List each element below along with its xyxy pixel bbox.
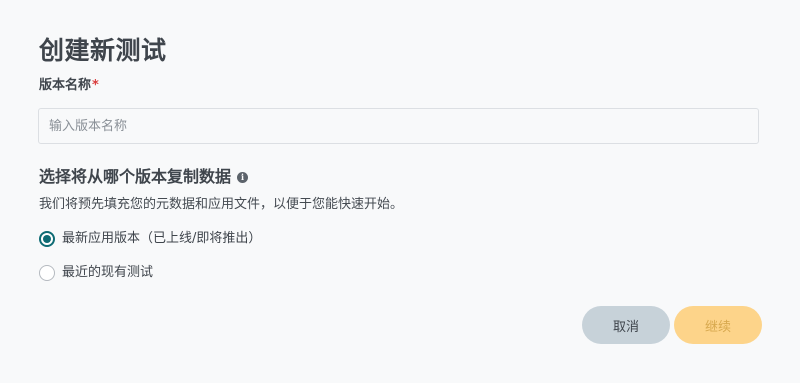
cancel-button[interactable]: 取消 bbox=[582, 306, 670, 344]
copy-source-heading-text: 选择将从哪个版本复制数据 bbox=[39, 167, 232, 186]
continue-button[interactable]: 继续 bbox=[674, 306, 762, 344]
dialog-title: 创建新测试 bbox=[39, 36, 167, 65]
version-name-input[interactable] bbox=[38, 108, 759, 144]
radio-option-latest-version[interactable]: 最新应用版本（已上线/即将推出） bbox=[39, 230, 261, 248]
info-icon[interactable]: i bbox=[237, 171, 249, 183]
radio-button-unselected[interactable] bbox=[39, 265, 55, 281]
radio-option-recent-test[interactable]: 最近的现有测试 bbox=[39, 264, 153, 282]
copy-source-helper-text: 我们将预先填充您的元数据和应用文件，以便于您能快速开始。 bbox=[39, 197, 404, 212]
radio-label-latest-version: 最新应用版本（已上线/即将推出） bbox=[62, 231, 262, 246]
radio-button-selected[interactable] bbox=[39, 231, 55, 247]
copy-source-heading: 选择将从哪个版本复制数据 i bbox=[39, 165, 249, 189]
create-test-dialog: 创建新测试 版本名称* 选择将从哪个版本复制数据 i 我们将预先填充您的元数据和… bbox=[0, 0, 800, 383]
version-name-label-text: 版本名称 bbox=[39, 78, 92, 93]
required-asterisk: * bbox=[92, 78, 99, 93]
version-name-label: 版本名称* bbox=[39, 77, 99, 95]
radio-label-recent-test: 最近的现有测试 bbox=[62, 265, 154, 280]
